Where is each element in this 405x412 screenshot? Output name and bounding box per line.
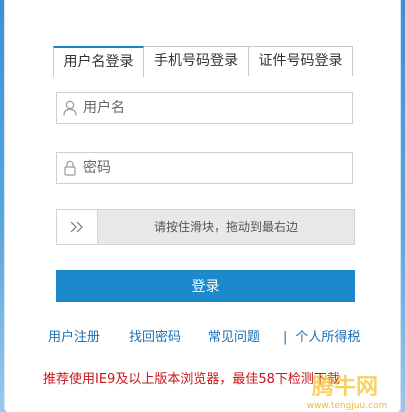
faq-link[interactable]: 常见问题 xyxy=(208,326,260,345)
register-link[interactable]: 用户注册 xyxy=(48,326,100,345)
footer-links: 用户注册 找回密码 常见问题 | 个人所得税 xyxy=(5,326,402,346)
password-field[interactable] xyxy=(56,152,353,184)
personal-tax-link-group: | 个人所得税 xyxy=(283,326,360,345)
user-icon xyxy=(57,93,83,123)
slider-handle[interactable] xyxy=(57,210,98,244)
browser-notice: 推荐使用IE9及以上版本浏览器，最佳58下检测下载 xyxy=(43,372,340,387)
link-separator: | xyxy=(283,330,288,345)
slider-captcha: 请按住滑块，拖动到最右边 xyxy=(56,209,355,245)
login-button[interactable]: 登录 xyxy=(56,270,355,302)
password-input[interactable] xyxy=(83,154,352,182)
recover-password-link[interactable]: 找回密码 xyxy=(129,326,181,345)
personal-tax-link[interactable]: 个人所得税 xyxy=(295,330,360,345)
tab-phone-login[interactable]: 手机号码登录 xyxy=(144,46,249,76)
username-field[interactable] xyxy=(56,92,353,124)
username-input[interactable] xyxy=(83,94,352,122)
tab-username-login[interactable]: 用户名登录 xyxy=(53,46,144,77)
double-chevron-right-icon xyxy=(70,218,84,237)
tab-id-login[interactable]: 证件号码登录 xyxy=(249,46,353,76)
slider-hint: 请按住滑块，拖动到最右边 xyxy=(153,220,298,234)
login-panel: 用户名登录 手机号码登录 证件号码登录 用户名 请按住滑块，拖动到最右边 登录 … xyxy=(4,0,401,412)
login-tabs: 用户名登录 手机号码登录 证件号码登录 xyxy=(53,46,353,77)
lock-icon xyxy=(57,153,83,183)
